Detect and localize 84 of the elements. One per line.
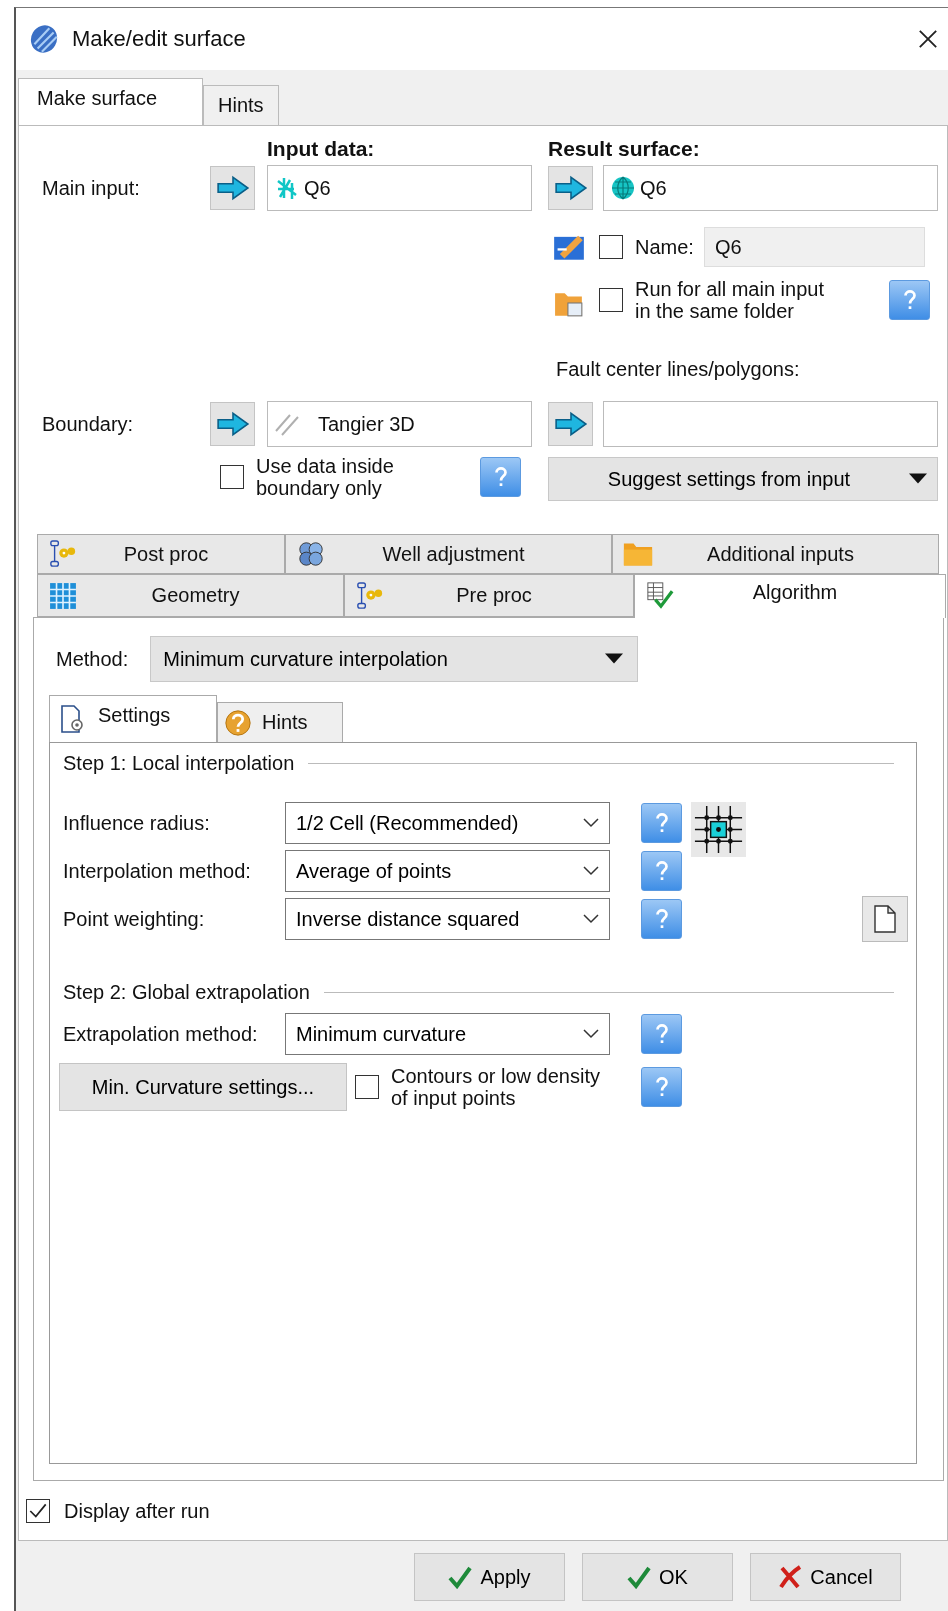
boundary-field[interactable]: Tangier 3D: [267, 401, 532, 447]
group-title: Step 2: Global extrapolation: [63, 980, 310, 1004]
combo-box[interactable]: 1/2 Cell (Recommended): [285, 802, 610, 844]
checkbox-label: Contours or low density of input points: [391, 1065, 601, 1109]
field-label: Interpolation method:: [63, 859, 252, 883]
confirm-button[interactable]: OK: [582, 1553, 733, 1601]
field-label: Fault center lines/polygons:: [556, 357, 801, 381]
combo-box[interactable]: Inverse distance squared: [285, 898, 610, 940]
min-curvature-settings-button[interactable]: Min. Curvature settings...: [59, 1063, 347, 1111]
hint-icon: [224, 707, 252, 738]
checkbox[interactable]: [599, 288, 623, 312]
help-button[interactable]: [641, 1067, 682, 1107]
cross-icon: [778, 1565, 803, 1589]
combo-box[interactable]: Minimum curvature: [285, 1013, 610, 1055]
help-button[interactable]: [889, 280, 930, 320]
chevron-down-icon: [583, 866, 599, 876]
field-label: Influence radius:: [63, 811, 211, 835]
tab[interactable]: Well adjustment: [285, 534, 612, 574]
molecule-icon: [296, 540, 326, 568]
grid-icon: [48, 581, 78, 610]
group-title: Step 1: Local interpolation: [63, 751, 295, 775]
help-button[interactable]: [480, 457, 521, 497]
field-value: Q6: [640, 176, 667, 200]
help-button[interactable]: [641, 899, 682, 939]
tab[interactable]: Algorithm: [634, 574, 946, 618]
dropdown-arrow-icon: [909, 473, 927, 485]
input-field[interactable]: Q6: [267, 165, 532, 211]
field-label: Method:: [56, 647, 129, 671]
chevron-down-icon: [583, 1029, 599, 1039]
arrow-button[interactable]: [548, 166, 593, 210]
field-label: Name:: [635, 236, 694, 260]
arrow-button[interactable]: [210, 402, 255, 446]
grid-cell-icon: [691, 801, 746, 857]
field-value: Tangier 3D: [318, 412, 415, 436]
checkbox[interactable]: [220, 465, 244, 489]
document-icon: [873, 904, 897, 934]
arrow-button[interactable]: [210, 166, 255, 210]
document-button[interactable]: [862, 896, 908, 942]
help-button[interactable]: [641, 851, 682, 891]
tab[interactable]: Hints: [203, 85, 279, 125]
output-field[interactable]: Q6: [603, 165, 938, 211]
table-check-icon: [645, 581, 675, 609]
suggest-dropdown[interactable]: Suggest settings from input: [548, 457, 938, 501]
folder-icon: [623, 540, 653, 568]
help-button[interactable]: [641, 1014, 682, 1054]
chevron-down-icon: [583, 818, 599, 828]
surface-icon: [28, 23, 60, 55]
checkmark-icon: [627, 1565, 652, 1589]
method-dropdown[interactable]: Minimum curvature interpolation: [150, 636, 639, 682]
name-field[interactable]: Q6: [703, 227, 925, 267]
checkmark-icon: [448, 1565, 473, 1589]
gears-icon: [355, 581, 385, 610]
gears-icon: [48, 540, 78, 568]
checkbox-label: Run for all main input in the same folder: [635, 278, 824, 322]
tab[interactable]: Geometry: [37, 574, 344, 617]
tab[interactable]: Hints: [217, 702, 343, 742]
field-label: Boundary:: [42, 412, 135, 436]
arrow-button[interactable]: [548, 402, 593, 446]
confirm-button[interactable]: Apply: [414, 1553, 565, 1601]
field-label: Point weighting:: [63, 907, 206, 931]
chevron-down-icon: [583, 914, 599, 924]
globe-icon: [610, 175, 636, 201]
field-label: Main input:: [42, 176, 141, 200]
cancel-button[interactable]: Cancel: [750, 1553, 901, 1601]
close-icon[interactable]: [918, 29, 938, 49]
checkbox-label: Display after run: [64, 1499, 210, 1523]
tab[interactable]: Pre proc: [344, 574, 634, 617]
tab[interactable]: Post proc: [37, 534, 285, 574]
dropdown-arrow-icon: [605, 653, 624, 665]
checkbox[interactable]: [599, 235, 623, 259]
fault-field[interactable]: [603, 401, 938, 447]
section-heading: Input data:: [267, 136, 376, 161]
field-value: Q6: [304, 176, 331, 200]
section-heading: Result surface:: [548, 136, 701, 161]
window-title: Make/edit surface: [72, 26, 246, 52]
checkbox[interactable]: [355, 1075, 379, 1099]
tab[interactable]: Additional inputs: [612, 534, 939, 574]
checkbox-label: Use data inside boundary only: [256, 455, 395, 499]
combo-box[interactable]: Average of points: [285, 850, 610, 892]
help-button[interactable]: [641, 803, 682, 843]
checkbox[interactable]: [26, 1499, 50, 1523]
tab[interactable]: Make surface: [18, 78, 203, 125]
tab[interactable]: Settings: [49, 695, 217, 742]
field-label: Extrapolation method:: [63, 1022, 259, 1046]
